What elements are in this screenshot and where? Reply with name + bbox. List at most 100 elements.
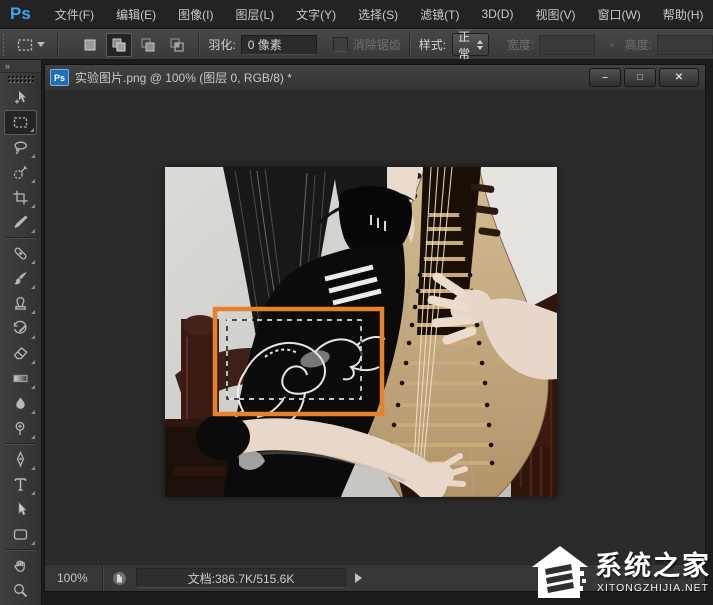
intersect-selection-button[interactable] xyxy=(164,33,190,57)
document-title: 实验图片.png @ 100% (图层 0, RGB/8) * xyxy=(75,69,292,86)
type-T-icon xyxy=(12,476,29,493)
quick-selection-icon xyxy=(12,164,29,181)
tools-panel-grip[interactable] xyxy=(7,75,34,84)
menu-file[interactable]: 文件(F) xyxy=(44,0,105,28)
gradient-icon xyxy=(12,370,29,387)
history-brush-tool[interactable] xyxy=(4,316,37,341)
zoom-tool[interactable] xyxy=(4,578,37,603)
tools-panel: » xyxy=(0,60,42,605)
selection-mode-group xyxy=(77,33,190,57)
height-label: 高度: xyxy=(625,36,652,53)
clone-stamp-icon xyxy=(12,295,29,312)
dodge-tool[interactable] xyxy=(4,416,37,441)
document-window: Ps 实验图片.png @ 100% (图层 0, RGB/8) * – □ ✕ xyxy=(44,64,706,592)
blur-tool[interactable] xyxy=(4,391,37,416)
ps-app-logo: Ps xyxy=(0,4,44,24)
ps-file-icon: Ps xyxy=(50,69,69,86)
menu-layer[interactable]: 图层(L) xyxy=(224,0,285,28)
feather-input[interactable] xyxy=(241,35,317,55)
menu-bar: Ps 文件(F) 编辑(E) 图像(I) 图层(L) 文字(Y) 选择(S) 滤… xyxy=(0,0,713,29)
divider xyxy=(198,33,200,57)
divider xyxy=(409,33,411,57)
menu-select[interactable]: 选择(S) xyxy=(347,0,409,28)
pen-tool[interactable] xyxy=(4,447,37,472)
move-icon xyxy=(12,89,29,106)
doc-status-icon xyxy=(112,571,127,586)
clone-stamp-tool[interactable] xyxy=(4,291,37,316)
eyedropper-icon xyxy=(12,214,29,231)
triangle-right-icon xyxy=(355,573,362,583)
quick-selection-tool[interactable] xyxy=(4,160,37,185)
zoom-level-field[interactable]: 100% xyxy=(45,565,103,591)
crop-icon xyxy=(12,189,29,206)
style-dropdown-value: 正常 xyxy=(458,28,477,62)
width-input[interactable] xyxy=(539,35,595,55)
dodge-icon xyxy=(12,420,29,437)
close-button[interactable]: ✕ xyxy=(659,68,699,87)
menu-help[interactable]: 帮助(H) xyxy=(652,0,713,28)
hand-tool[interactable] xyxy=(4,553,37,578)
add-to-selection-button[interactable] xyxy=(106,33,132,57)
collapse-panels-button[interactable]: » xyxy=(0,60,41,73)
menu-3d[interactable]: 3D(D) xyxy=(470,0,524,28)
eyedropper-tool[interactable] xyxy=(4,210,37,235)
path-selection-arrow-icon xyxy=(12,501,29,518)
document-size-info: 文档:386.7K/515.6K xyxy=(136,568,346,588)
divider xyxy=(57,33,59,57)
brush-tool[interactable] xyxy=(4,266,37,291)
document-size-text: 文档:386.7K/515.6K xyxy=(188,570,295,587)
lasso-tool[interactable] xyxy=(4,135,37,160)
type-tool[interactable] xyxy=(4,472,37,497)
new-selection-button[interactable] xyxy=(77,33,103,57)
new-selection-icon xyxy=(82,37,98,53)
tool-group-divider xyxy=(5,443,36,445)
width-label: 宽度: xyxy=(507,36,534,53)
menu-filter[interactable]: 滤镜(T) xyxy=(409,0,470,28)
menu-window[interactable]: 窗口(W) xyxy=(586,0,651,28)
menu-image[interactable]: 图像(I) xyxy=(167,0,224,28)
swap-dimensions-icon[interactable] xyxy=(609,38,614,52)
eraser-tool[interactable] xyxy=(4,341,37,366)
subtract-from-selection-button[interactable] xyxy=(135,33,161,57)
brush-icon xyxy=(12,270,29,287)
style-label: 样式: xyxy=(419,36,446,53)
watermark-site-domain: XITONGZHIJIA.NET xyxy=(597,583,709,594)
healing-brush-icon xyxy=(12,245,29,262)
blur-drop-icon xyxy=(12,395,29,412)
photoshop-app: Ps 文件(F) 编辑(E) 图像(I) 图层(L) 文字(Y) 选择(S) 滤… xyxy=(0,0,713,605)
history-brush-icon xyxy=(12,320,29,337)
rectangular-marquee-tool[interactable] xyxy=(4,110,37,135)
pen-icon xyxy=(12,451,29,468)
options-bar-grip[interactable] xyxy=(2,33,4,57)
minimize-button[interactable]: – xyxy=(589,68,621,87)
status-options-button[interactable] xyxy=(346,569,370,587)
rectangle-shape-tool[interactable] xyxy=(4,522,37,547)
menu-view[interactable]: 视图(V) xyxy=(524,0,586,28)
maximize-button[interactable]: □ xyxy=(624,68,656,87)
antialias-checkbox[interactable] xyxy=(333,37,348,52)
path-selection-tool[interactable] xyxy=(4,497,37,522)
document-title-bar[interactable]: Ps 实验图片.png @ 100% (图层 0, RGB/8) * – □ ✕ xyxy=(45,65,705,91)
rectangular-marquee-icon xyxy=(12,114,29,131)
gradient-tool[interactable] xyxy=(4,366,37,391)
intersect-selection-icon xyxy=(169,37,185,53)
tool-preset-button[interactable] xyxy=(12,35,49,55)
lasso-icon xyxy=(12,139,29,156)
crop-tool[interactable] xyxy=(4,185,37,210)
eraser-icon xyxy=(12,345,29,362)
tool-group-divider xyxy=(5,237,36,239)
menu-edit[interactable]: 编辑(E) xyxy=(105,0,167,28)
move-tool[interactable] xyxy=(4,85,37,110)
antialias-label: 消除锯齿 xyxy=(353,36,401,53)
style-dropdown[interactable]: 正常 xyxy=(452,33,489,56)
feather-label: 羽化: xyxy=(208,36,235,53)
tool-group-divider xyxy=(5,549,36,551)
canvas-area[interactable] xyxy=(45,90,705,565)
window-controls: – □ ✕ xyxy=(589,68,700,87)
xitongzhijia-house-logo xyxy=(532,545,590,601)
spot-healing-brush-tool[interactable] xyxy=(4,241,37,266)
canvas-image-wrap xyxy=(165,167,557,497)
menu-type[interactable]: 文字(Y) xyxy=(285,0,347,28)
rounded-rectangle-icon xyxy=(12,526,29,543)
height-input[interactable] xyxy=(657,35,713,55)
